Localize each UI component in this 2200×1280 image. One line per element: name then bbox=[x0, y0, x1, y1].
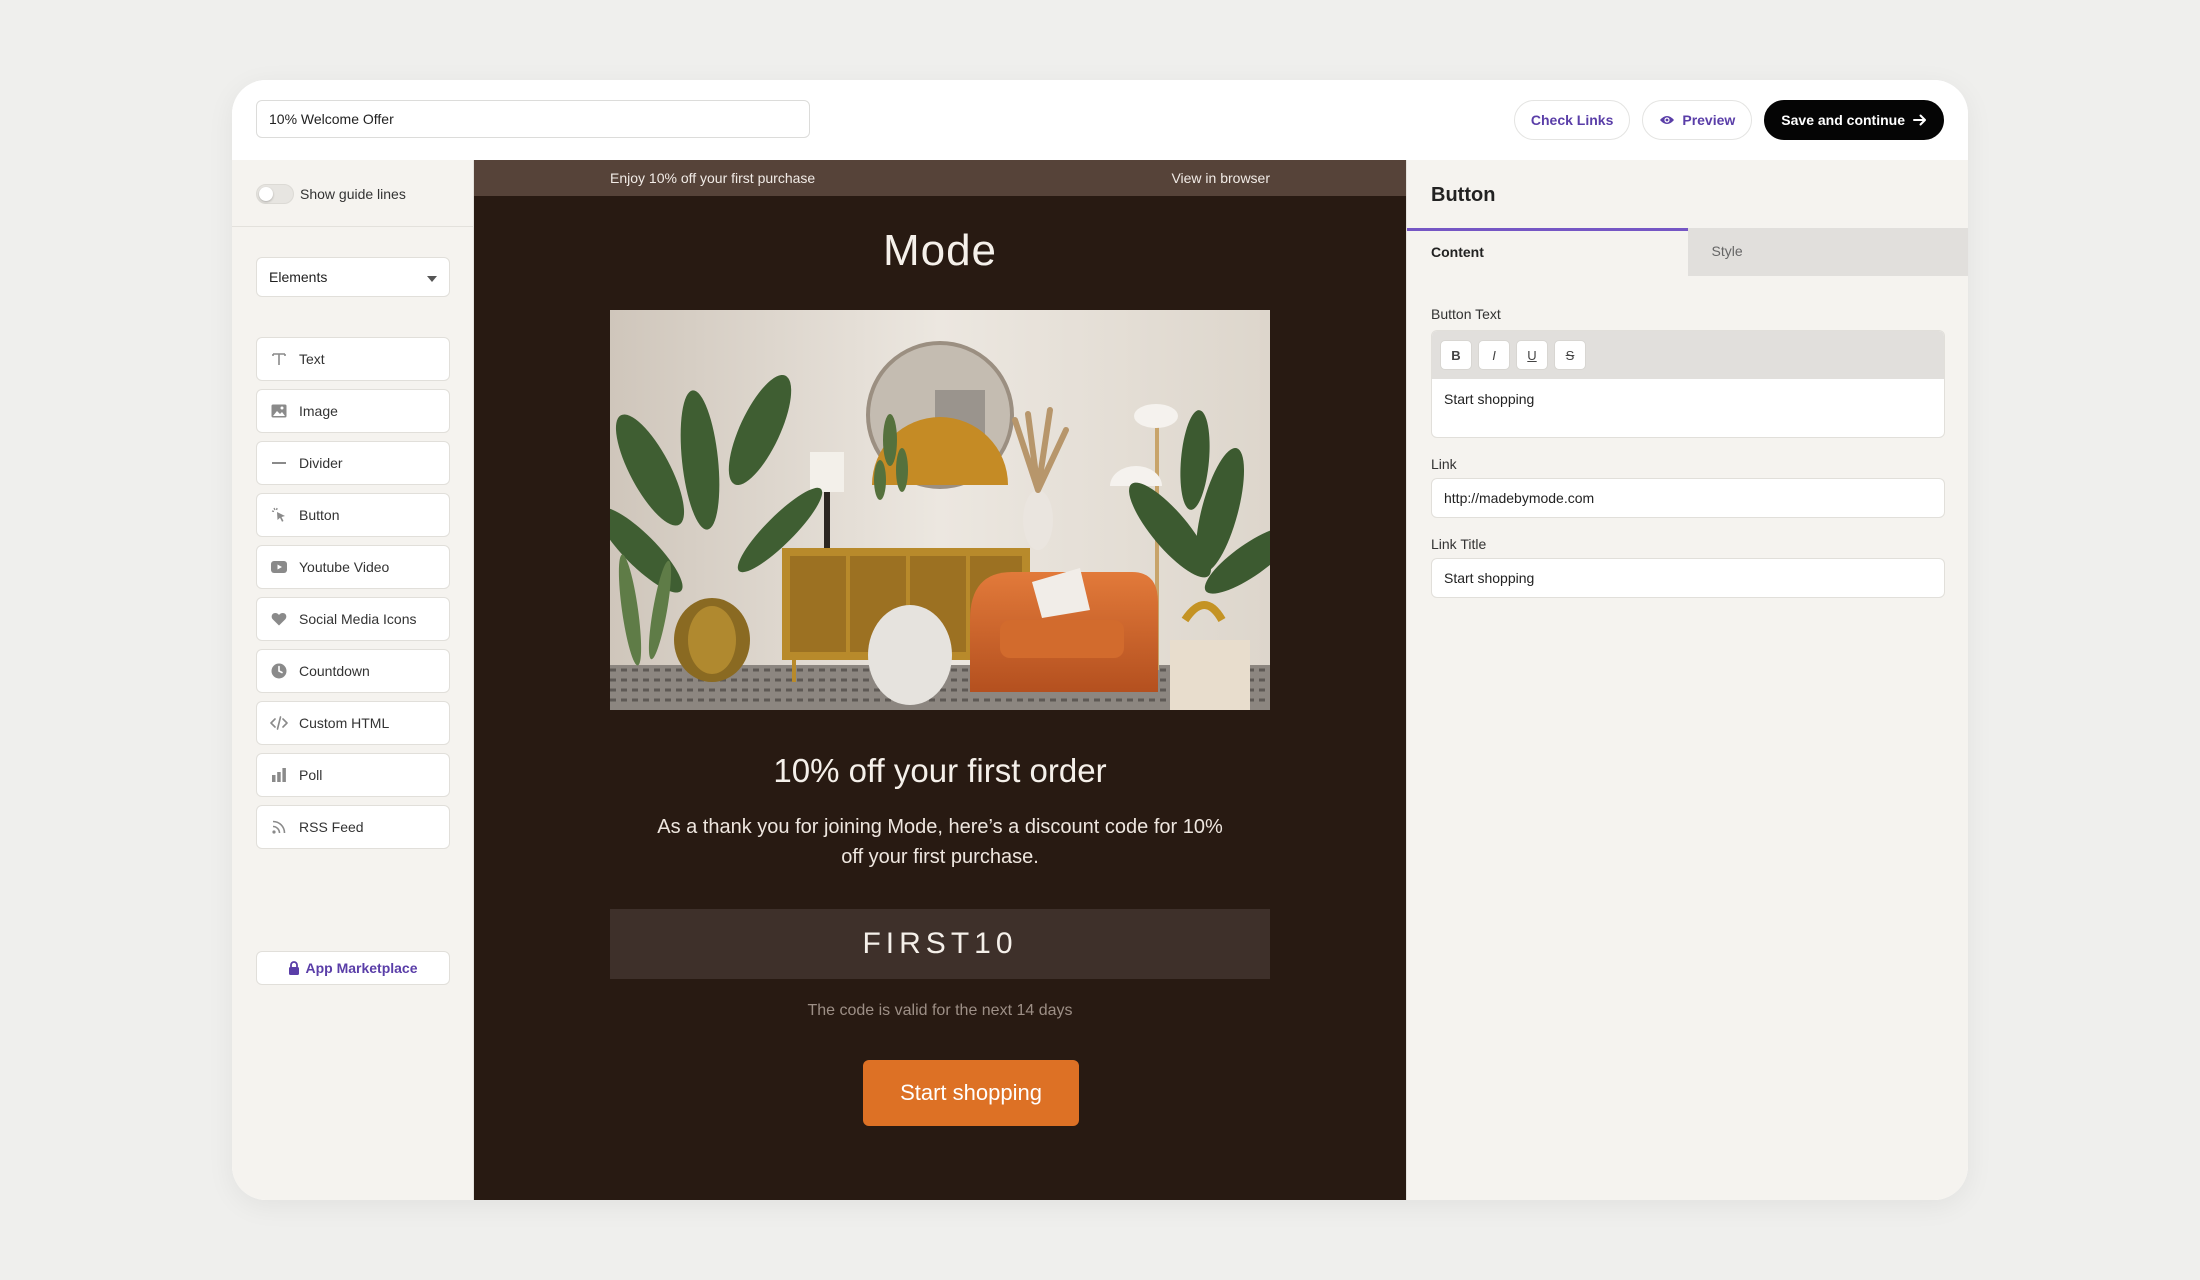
element-rss-feed[interactable]: RSS Feed bbox=[256, 805, 450, 849]
discount-code-box[interactable]: FIRST10 bbox=[610, 909, 1270, 979]
elements-dropdown-value: Elements bbox=[269, 269, 328, 285]
element-button[interactable]: Button bbox=[256, 493, 450, 537]
sidebar-divider bbox=[232, 226, 473, 227]
guide-lines-toggle[interactable] bbox=[256, 184, 294, 204]
email-body-text[interactable]: As a thank you for joining Mode, here’s … bbox=[654, 812, 1226, 872]
element-label: Divider bbox=[299, 455, 343, 471]
link-title-label: Link Title bbox=[1431, 536, 1487, 552]
tab-style[interactable]: Style bbox=[1687, 228, 1968, 276]
code-validity-text[interactable]: The code is valid for the next 14 days bbox=[474, 1002, 1406, 1020]
element-text[interactable]: Text bbox=[256, 337, 450, 381]
element-label: Youtube Video bbox=[299, 559, 390, 575]
strikethrough-button[interactable]: S bbox=[1554, 340, 1586, 370]
guide-lines-row: Show guide lines bbox=[256, 184, 406, 204]
save-label: Save and continue bbox=[1781, 112, 1905, 128]
image-icon bbox=[269, 401, 289, 421]
code-icon bbox=[269, 713, 289, 733]
arrow-right-icon bbox=[1913, 114, 1927, 126]
element-label: RSS Feed bbox=[299, 819, 364, 835]
element-divider[interactable]: Divider bbox=[256, 441, 450, 485]
preheader-text: Enjoy 10% off your first purchase bbox=[610, 170, 816, 186]
element-poll[interactable]: Poll bbox=[256, 753, 450, 797]
element-label: Image bbox=[299, 403, 338, 419]
element-label: Custom HTML bbox=[299, 715, 390, 731]
link-label: Link bbox=[1431, 456, 1457, 472]
preview-label: Preview bbox=[1682, 112, 1736, 128]
text-icon bbox=[269, 349, 289, 369]
email-headline[interactable]: 10% off your first order bbox=[474, 752, 1406, 790]
campaign-name-input[interactable]: 10% Welcome Offer bbox=[256, 100, 810, 138]
element-custom-html[interactable]: Custom HTML bbox=[256, 701, 450, 745]
italic-button[interactable]: I bbox=[1478, 340, 1510, 370]
element-youtube-video[interactable]: Youtube Video bbox=[256, 545, 450, 589]
guide-lines-label: Show guide lines bbox=[300, 186, 406, 202]
elements-dropdown[interactable]: Elements bbox=[256, 257, 450, 297]
editor-window: 10% Welcome Offer Check Links Preview Sa… bbox=[232, 80, 1968, 1200]
hero-image[interactable] bbox=[610, 310, 1270, 710]
check-links-button[interactable]: Check Links bbox=[1513, 100, 1631, 140]
heart-icon bbox=[269, 609, 289, 629]
brand-logo-text: Mode bbox=[882, 226, 998, 275]
link-title-input[interactable]: Start shopping bbox=[1431, 558, 1945, 598]
app-marketplace-button[interactable]: App Marketplace bbox=[256, 951, 450, 985]
save-and-continue-button[interactable]: Save and continue bbox=[1764, 100, 1944, 140]
view-in-browser-link[interactable]: View in browser bbox=[1171, 170, 1270, 186]
top-bar: 10% Welcome Offer Check Links Preview Sa… bbox=[232, 80, 1968, 160]
check-links-label: Check Links bbox=[1530, 112, 1614, 128]
tab-content[interactable]: Content bbox=[1407, 228, 1688, 276]
elements-list: Text Image Divider Button Youtube Video … bbox=[256, 337, 450, 857]
element-label: Button bbox=[299, 507, 340, 523]
underline-button[interactable]: U bbox=[1516, 340, 1548, 370]
bold-button[interactable]: B bbox=[1440, 340, 1472, 370]
element-countdown[interactable]: Countdown bbox=[256, 649, 450, 693]
link-input[interactable]: http://madebymode.com bbox=[1431, 478, 1945, 518]
cursor-click-icon bbox=[269, 505, 289, 525]
eye-icon bbox=[1659, 114, 1675, 126]
start-shopping-button[interactable]: Start shopping bbox=[863, 1060, 1079, 1126]
elements-sidebar: Show guide lines Elements Text Image Div… bbox=[232, 160, 474, 1200]
button-text-editor: B I U S Start shopping bbox=[1431, 330, 1945, 438]
format-toolbar: B I U S bbox=[1432, 331, 1944, 379]
top-actions: Check Links Preview Save and continue bbox=[1513, 100, 1944, 140]
clock-icon bbox=[269, 661, 289, 681]
button-text-input[interactable]: Start shopping bbox=[1432, 379, 1944, 419]
panel-title: Button bbox=[1431, 184, 1496, 206]
element-label: Text bbox=[299, 351, 325, 367]
element-social-media-icons[interactable]: Social Media Icons bbox=[256, 597, 450, 641]
lock-icon bbox=[288, 961, 300, 975]
divider-icon bbox=[269, 453, 289, 473]
app-marketplace-label: App Marketplace bbox=[305, 960, 418, 976]
button-text-label: Button Text bbox=[1431, 306, 1501, 322]
element-label: Countdown bbox=[299, 663, 370, 679]
youtube-icon bbox=[269, 557, 289, 577]
element-image[interactable]: Image bbox=[256, 389, 450, 433]
properties-panel: Button Content Style Button Text B I U S… bbox=[1406, 160, 1968, 1200]
element-label: Poll bbox=[299, 767, 323, 783]
email-canvas: Enjoy 10% off your first purchase View i… bbox=[474, 160, 1406, 1200]
preheader-bar: Enjoy 10% off your first purchase View i… bbox=[474, 160, 1406, 196]
panel-tabs: Content Style bbox=[1407, 228, 1968, 276]
element-label: Social Media Icons bbox=[299, 611, 417, 627]
rss-icon bbox=[269, 817, 289, 837]
preview-button[interactable]: Preview bbox=[1642, 100, 1753, 140]
bar-chart-icon bbox=[269, 765, 289, 785]
caret-down-icon bbox=[427, 269, 437, 285]
